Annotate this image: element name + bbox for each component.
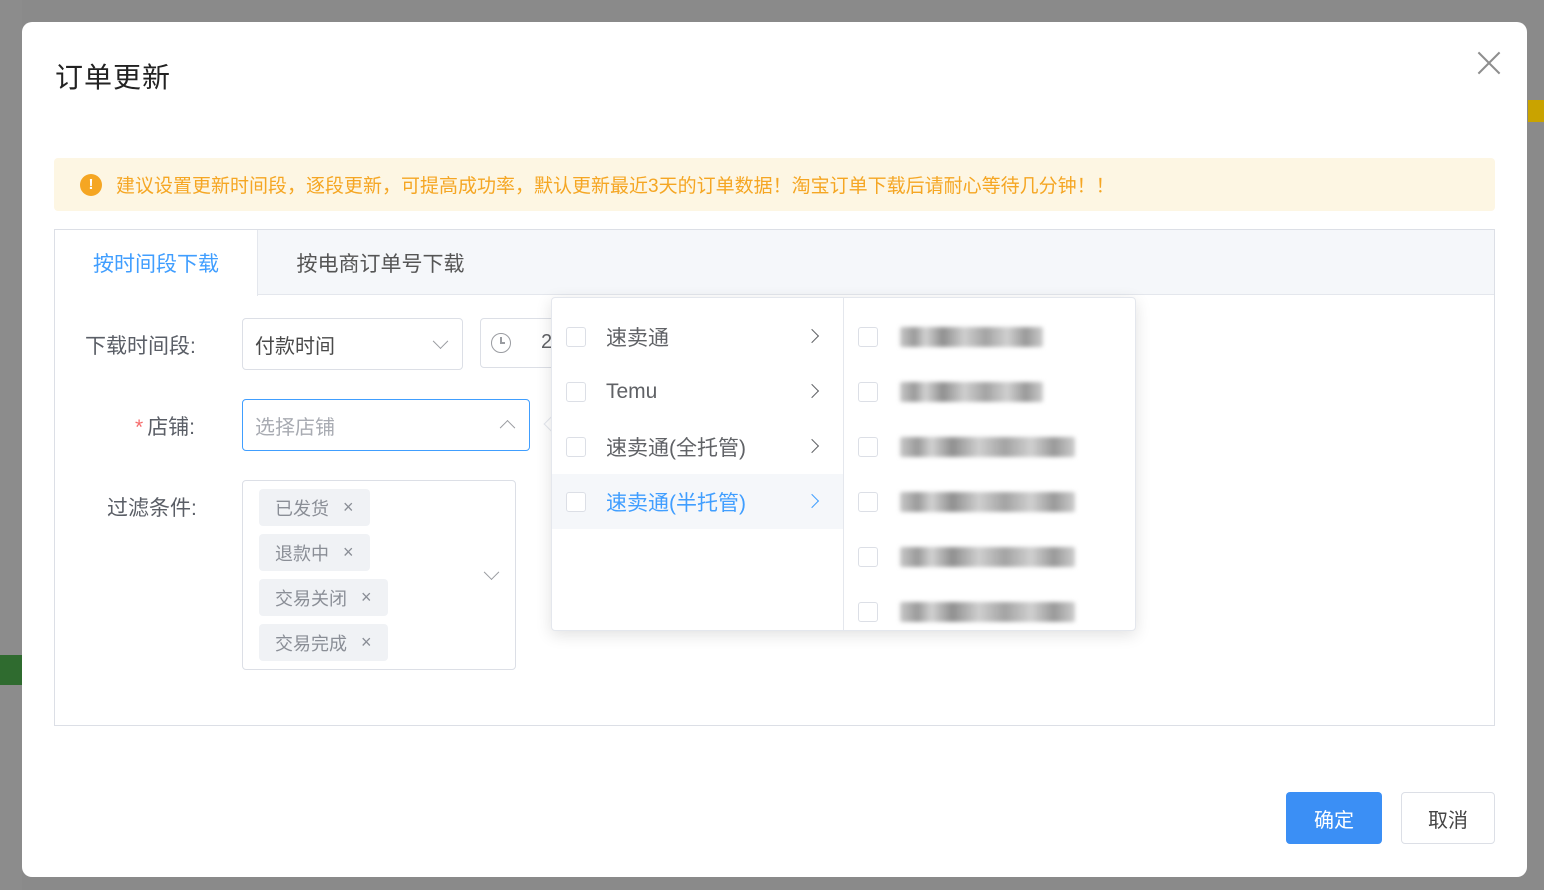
filter-label: 过滤条件: bbox=[107, 497, 197, 520]
time-type-select[interactable]: 付款时间 bbox=[242, 318, 463, 370]
shop-label-text: 店铺: bbox=[147, 416, 196, 439]
filter-tag: 交易完成 × bbox=[259, 624, 388, 661]
remove-tag-icon[interactable]: × bbox=[343, 542, 354, 563]
background-status-badge bbox=[0, 655, 22, 685]
cascader-option-label: 速卖通(全托管) bbox=[606, 436, 746, 460]
redacted-shop-name bbox=[900, 601, 1075, 622]
checkbox[interactable] bbox=[566, 436, 586, 457]
shop-select[interactable]: 选择店铺 bbox=[242, 399, 530, 451]
chevron-down-icon bbox=[483, 564, 500, 581]
chevron-right-icon bbox=[804, 438, 820, 454]
chevron-right-icon bbox=[804, 383, 820, 399]
time-range-label: 下载时间段: bbox=[85, 335, 196, 358]
shop-option[interactable] bbox=[844, 474, 1134, 529]
shop-option[interactable] bbox=[844, 419, 1134, 474]
chevron-up-icon bbox=[499, 419, 516, 436]
shop-option[interactable] bbox=[844, 529, 1134, 584]
cascader-option-active[interactable]: 速卖通(半托管) bbox=[552, 474, 843, 529]
shop-cascader-dropdown: 速卖通 Temu 速卖通(全托管) 速卖通(半托管) bbox=[551, 297, 1136, 631]
remove-tag-icon[interactable]: × bbox=[361, 632, 372, 653]
time-type-value: 付款时间 bbox=[255, 335, 335, 358]
checkbox[interactable] bbox=[566, 491, 586, 512]
dialog-title: 订单更新 bbox=[55, 62, 172, 93]
required-mark: * bbox=[135, 416, 144, 439]
checkbox[interactable] bbox=[858, 326, 878, 347]
tab-by-time-range[interactable]: 按时间段下载 bbox=[55, 230, 258, 296]
checkbox[interactable] bbox=[858, 381, 878, 402]
shop-option[interactable] bbox=[844, 584, 1134, 639]
background-sidebar bbox=[0, 0, 22, 890]
filter-multi-select[interactable]: 已发货 × 退款中 × 交易关闭 × 交易完成 × bbox=[242, 480, 516, 670]
tab-by-order-number[interactable]: 按电商订单号下载 bbox=[258, 230, 503, 295]
background-flag bbox=[1528, 100, 1544, 122]
close-icon[interactable] bbox=[1469, 44, 1509, 84]
shop-option[interactable] bbox=[844, 364, 1134, 419]
cascader-option-label: Temu bbox=[606, 379, 658, 403]
remove-tag-icon[interactable]: × bbox=[361, 587, 372, 608]
redacted-shop-name bbox=[900, 381, 1043, 402]
redacted-shop-name bbox=[900, 546, 1075, 567]
order-update-dialog: 订单更新 ! 建议设置更新时间段，逐段更新，可提高成功率，默认更新最近3天的订单… bbox=[22, 22, 1527, 877]
filter-tag-label: 交易完成 bbox=[275, 633, 347, 654]
remove-tag-icon[interactable]: × bbox=[343, 497, 354, 518]
filter-tag: 退款中 × bbox=[259, 534, 370, 571]
checkbox[interactable] bbox=[858, 601, 878, 622]
cascader-option[interactable]: 速卖通(全托管) bbox=[552, 419, 843, 474]
chevron-right-icon bbox=[804, 328, 820, 344]
cascader-option-label: 速卖通 bbox=[606, 326, 669, 350]
cascader-option[interactable]: 速卖通 bbox=[552, 309, 843, 364]
date-range-picker[interactable]: 2 bbox=[480, 318, 560, 368]
filter-tag-label: 已发货 bbox=[275, 498, 329, 519]
warning-alert: ! 建议设置更新时间段，逐段更新，可提高成功率，默认更新最近3天的订单数据！淘宝… bbox=[54, 158, 1495, 211]
chevron-right-icon bbox=[804, 493, 820, 509]
shop-select-placeholder: 选择店铺 bbox=[255, 416, 335, 439]
cancel-button[interactable]: 取消 bbox=[1401, 792, 1495, 844]
redacted-shop-name bbox=[900, 436, 1075, 457]
warning-icon: ! bbox=[80, 173, 102, 196]
cascader-option[interactable]: Temu bbox=[552, 364, 843, 419]
checkbox[interactable] bbox=[858, 491, 878, 512]
clock-icon bbox=[491, 333, 511, 353]
cascader-option-label: 速卖通(半托管) bbox=[606, 491, 746, 515]
alert-text: 建议设置更新时间段，逐段更新，可提高成功率，默认更新最近3天的订单数据！淘宝订单… bbox=[116, 176, 1115, 197]
filter-tag-label: 交易关闭 bbox=[275, 588, 347, 609]
checkbox[interactable] bbox=[566, 381, 586, 402]
shop-option[interactable] bbox=[844, 309, 1134, 364]
redacted-shop-name bbox=[900, 326, 1043, 347]
checkbox[interactable] bbox=[566, 326, 586, 347]
redacted-shop-name bbox=[900, 491, 1075, 512]
checkbox[interactable] bbox=[858, 436, 878, 457]
checkbox[interactable] bbox=[858, 546, 878, 567]
filter-tag: 交易关闭 × bbox=[259, 579, 388, 616]
shop-label: * 店铺: bbox=[135, 411, 195, 441]
filter-tag-label: 退款中 bbox=[275, 543, 329, 564]
chevron-down-icon bbox=[432, 333, 449, 350]
confirm-button[interactable]: 确定 bbox=[1286, 792, 1382, 844]
filter-tag: 已发货 × bbox=[259, 489, 370, 526]
